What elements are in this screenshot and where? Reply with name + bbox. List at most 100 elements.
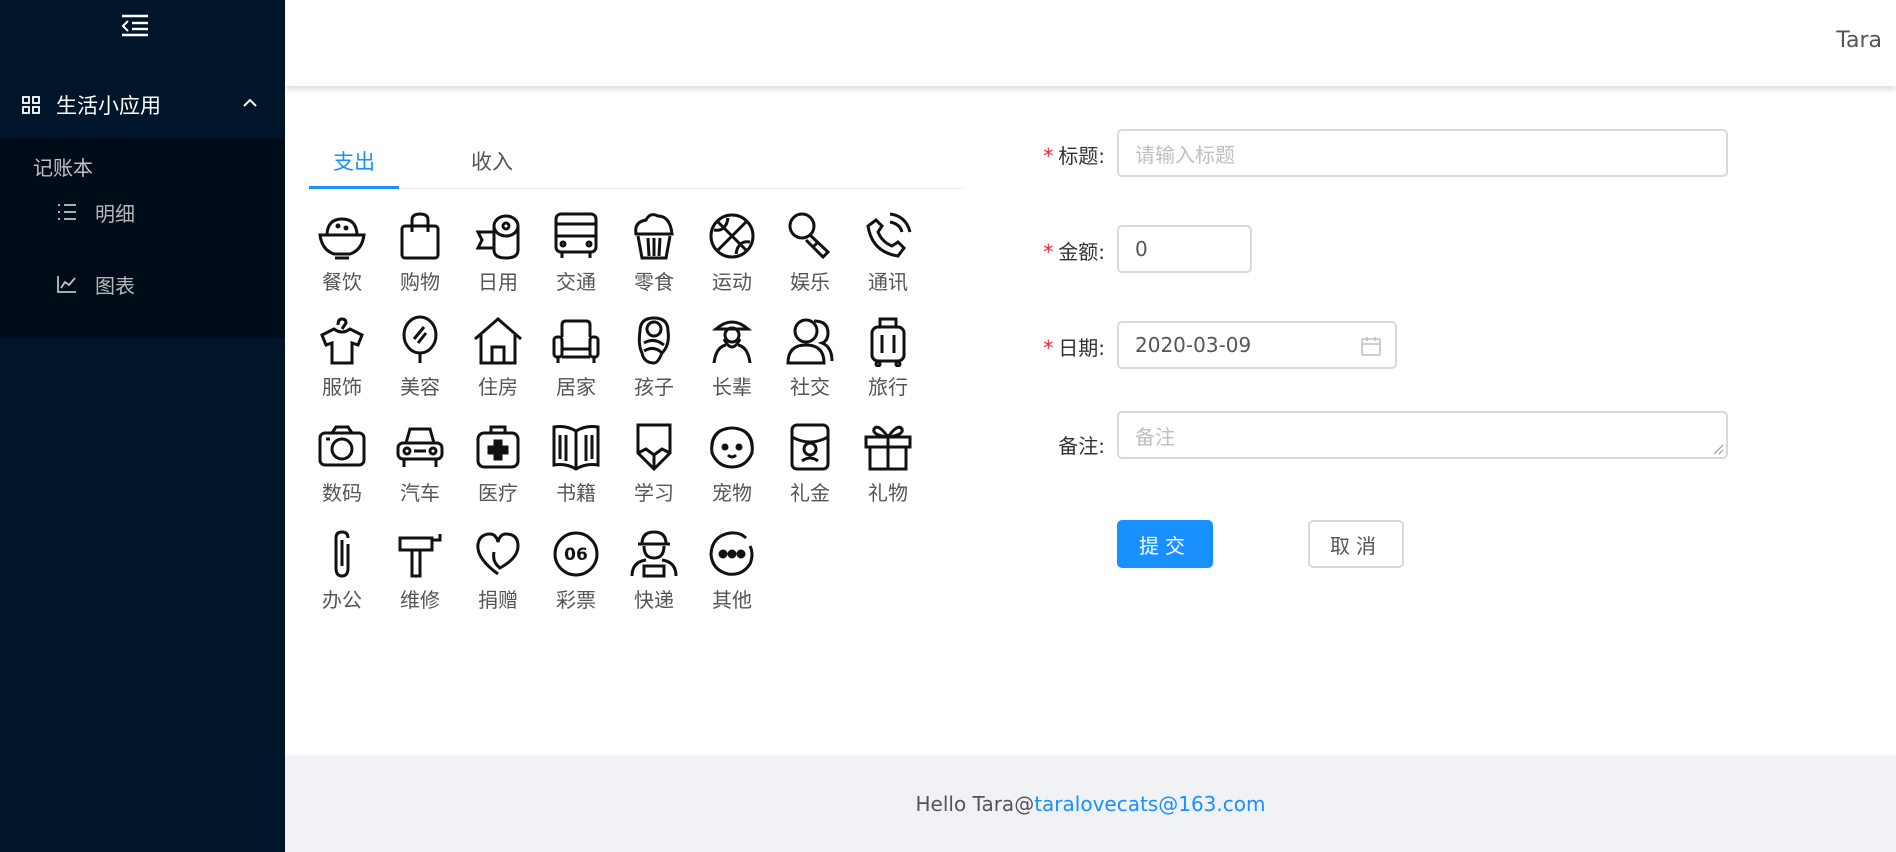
category-transport[interactable]: 交通 [546, 210, 606, 300]
sidebar-item-label: 图表 [95, 273, 135, 298]
category-label: 彩票 [556, 588, 596, 612]
category-label: 维修 [400, 588, 440, 612]
category-books[interactable]: 书籍 [546, 421, 606, 511]
category-car[interactable]: 汽车 [390, 421, 450, 511]
appstore-icon [22, 96, 40, 114]
menu-group-title: 记账本 [33, 156, 93, 180]
bus-icon [554, 212, 598, 258]
heart-icon [476, 532, 520, 576]
category-label: 旅行 [868, 375, 908, 399]
category-pets[interactable]: 宠物 [702, 421, 762, 511]
category-label: 社交 [790, 375, 830, 399]
category-gift-money[interactable]: 礼金 [780, 421, 840, 511]
category-sports[interactable]: 运动 [702, 210, 762, 300]
camera-icon [318, 425, 366, 467]
category-label: 日用 [478, 270, 518, 294]
red-envelope-icon [790, 423, 830, 471]
footer-email-link[interactable]: taralovecats@163.com [1034, 792, 1265, 816]
category-label: 长辈 [712, 375, 752, 399]
category-housing[interactable]: 住房 [468, 315, 528, 405]
category-label: 礼金 [790, 481, 830, 505]
user-name[interactable]: Tara [1836, 28, 1882, 53]
category-label: 居家 [556, 375, 596, 399]
list-icon [58, 204, 76, 220]
category-food[interactable]: 餐饮 [312, 210, 372, 300]
category-donation[interactable]: 捐赠 [468, 528, 528, 618]
category-digital[interactable]: 数码 [312, 421, 372, 511]
rice-bowl-icon [318, 217, 366, 260]
category-clothing[interactable]: 服饰 [312, 315, 372, 405]
category-label: 餐饮 [322, 270, 362, 294]
header: Tara [285, 0, 1896, 86]
calendar-icon [1361, 337, 1381, 356]
category-children[interactable]: 孩子 [624, 315, 684, 405]
category-shopping[interactable]: 购物 [390, 210, 450, 300]
shopping-bag-icon [400, 212, 440, 260]
baby-icon [637, 316, 670, 365]
category-label: 数码 [322, 481, 362, 505]
elder-icon [712, 320, 752, 364]
luggage-icon [870, 317, 906, 367]
tab-income[interactable]: 收入 [471, 146, 513, 176]
tab-expense[interactable]: 支出 [333, 146, 375, 176]
shirt-hanger-icon [320, 317, 364, 365]
date-picker[interactable]: 2020-03-09 [1117, 321, 1397, 369]
sidebar: 生活小应用 记账本 明细 图表 [0, 0, 285, 852]
category-label: 医疗 [478, 481, 518, 505]
menu-fold-icon[interactable] [120, 10, 150, 40]
category-label: 服饰 [322, 375, 362, 399]
category-label: 办公 [322, 588, 362, 612]
date-label: * 日期: [1042, 336, 1105, 360]
category-social[interactable]: 社交 [780, 315, 840, 405]
category-label: 学习 [634, 481, 674, 505]
category-snacks[interactable]: 零食 [624, 210, 684, 300]
category-label: 快递 [634, 588, 674, 612]
mirror-icon [402, 315, 438, 363]
category-repair[interactable]: 维修 [390, 528, 450, 618]
category-express[interactable]: 快递 [624, 528, 684, 618]
chevron-up-icon [243, 98, 257, 107]
category-travel[interactable]: 旅行 [858, 315, 918, 405]
note-label: 备注: [1058, 434, 1105, 458]
dog-icon [710, 426, 754, 469]
title-label: * 标题: [1042, 144, 1105, 168]
category-office[interactable]: 办公 [312, 528, 372, 618]
submit-button[interactable]: 提交 [1117, 520, 1213, 568]
sidebar-item-chart[interactable]: 图表 [0, 256, 285, 312]
armchair-icon [552, 319, 600, 363]
more-icon [709, 531, 754, 576]
note-textarea[interactable]: 备注 [1117, 411, 1728, 459]
hammer-icon [398, 534, 442, 578]
category-label: 住房 [478, 375, 518, 399]
cancel-button[interactable]: 取消 [1308, 520, 1404, 568]
resize-grip-icon[interactable] [1712, 443, 1724, 455]
category-study[interactable]: 学习 [624, 421, 684, 511]
category-communication[interactable]: 通讯 [858, 210, 918, 300]
submenu-title-label: 生活小应用 [56, 94, 161, 118]
submenu-life-apps[interactable]: 生活小应用 [0, 80, 285, 130]
category-home[interactable]: 居家 [546, 315, 606, 405]
sidebar-item-detail[interactable]: 明细 [0, 184, 285, 240]
sidebar-item-label: 明细 [95, 201, 135, 226]
tab-ink-bar [309, 186, 399, 189]
line-chart-icon [57, 276, 76, 293]
title-input[interactable]: 请输入标题 [1117, 129, 1728, 177]
footer-greeting: Hello Tara@ [915, 791, 1035, 816]
category-label: 捐赠 [478, 588, 518, 612]
category-other[interactable]: 其他 [702, 528, 762, 618]
category-label: 孩子 [634, 375, 674, 399]
cupcake-icon [634, 213, 674, 260]
category-entertainment[interactable]: 娱乐 [780, 210, 840, 300]
category-label: 交通 [556, 270, 596, 294]
category-grid: 餐饮 购物 日用 交通 零食 运动 娱乐 通讯 服饰 美容 住房 居家 孩子 长… [312, 210, 952, 630]
category-daily[interactable]: 日用 [468, 210, 528, 300]
category-label: 购物 [400, 270, 440, 294]
amount-input[interactable]: 0 [1117, 225, 1252, 273]
category-elders[interactable]: 长辈 [702, 315, 762, 405]
category-medical[interactable]: 医疗 [468, 421, 528, 511]
gift-icon [864, 425, 912, 471]
category-gifts[interactable]: 礼物 [858, 421, 918, 511]
amount-label: * 金额: [1042, 240, 1105, 264]
category-beauty[interactable]: 美容 [390, 315, 450, 405]
category-lottery[interactable]: 06 彩票 [546, 528, 606, 618]
